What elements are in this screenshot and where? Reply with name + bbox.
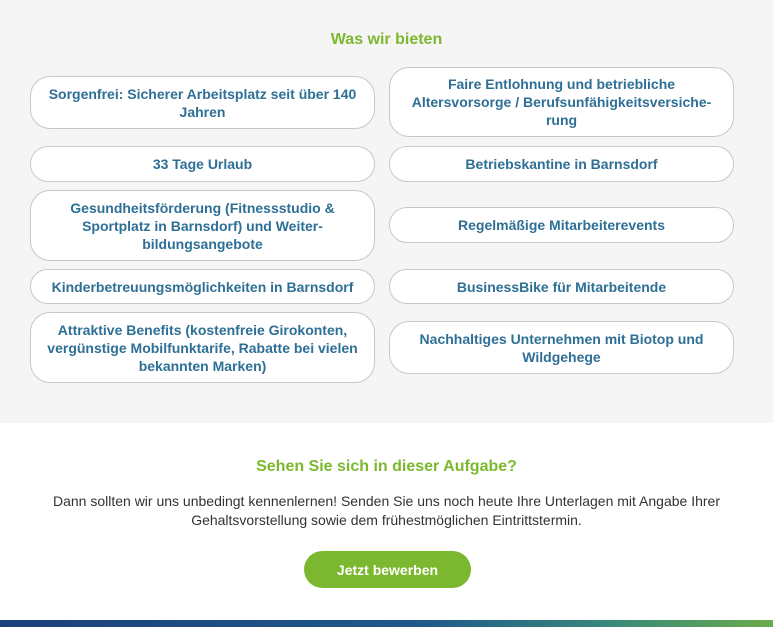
benefit-events: Regelmäßige Mitarbeiterevents: [389, 207, 734, 243]
apply-heading: Sehen Sie sich in dieser Aufgabe?: [256, 458, 517, 475]
benefit-secure-job: Sorgenfrei: Sicherer Arbeitsplatz seit ü…: [30, 76, 375, 129]
benefit-canteen: Betriebskantine in Barnsdorf: [389, 146, 734, 182]
offers-heading: Was wir bieten: [330, 31, 443, 48]
benefit-childcare: Kinderbetreuungsmöglichkeiten in Barnsdo…: [30, 269, 375, 304]
benefit-attractive: Attraktive Benefits (kostenfreie Girokon…: [30, 312, 375, 383]
offers-section: Was wir bieten Sorgenfrei: Sicherer Arbe…: [0, 0, 773, 423]
benefit-vacation: 33 Tage Urlaub: [30, 146, 375, 182]
apply-description: Dann sollten wir uns unbedingt kennenler…: [52, 493, 720, 528]
benefit-businessbike: BusinessBike für Mitarbeitende: [389, 269, 734, 304]
benefit-health: Gesundheitsförderung (Fitnessstudio & Sp…: [30, 190, 375, 261]
footer-gradient-strip: [0, 620, 773, 627]
apply-button[interactable]: Jetzt bewerben: [304, 551, 471, 588]
benefit-fair-pay: Faire Entlohnung und betriebliche Alters…: [389, 67, 734, 137]
benefit-sustainable: Nachhaltiges Unternehmen mit Biotop und …: [389, 321, 734, 374]
apply-section: Sehen Sie sich in dieser Aufgabe? Dann s…: [0, 423, 773, 620]
